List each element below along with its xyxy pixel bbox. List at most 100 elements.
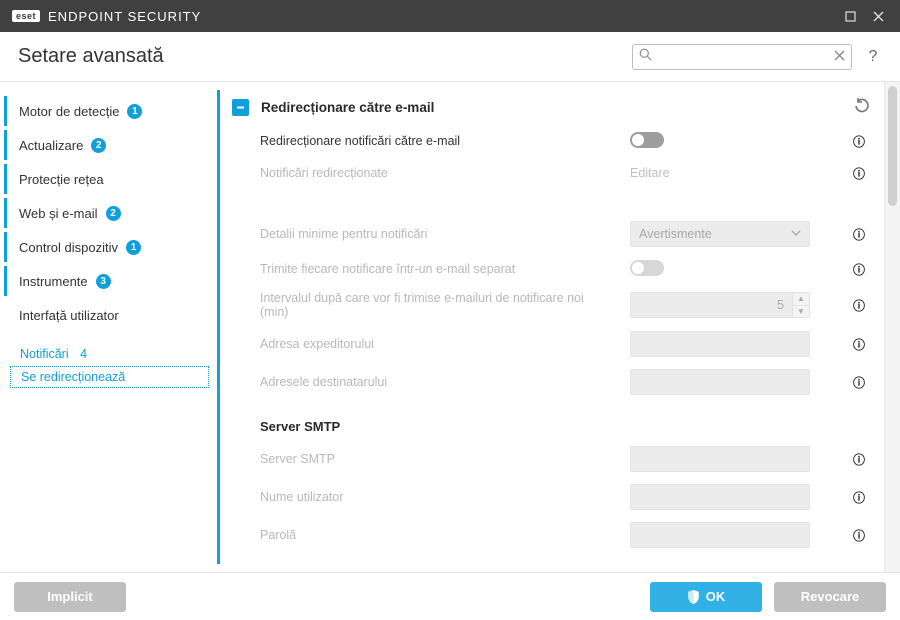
sidebar-item-label: Interfață utilizator (19, 308, 119, 323)
button-label: OK (706, 589, 726, 604)
row-label: Notificări redirecționate (260, 166, 600, 180)
row-separate-emails: Trimite fiecare notificare într-un e-mai… (220, 253, 880, 285)
row-label: Trimite fiecare notificare într-un e-mai… (260, 262, 600, 276)
help-button[interactable]: ? (860, 48, 886, 66)
default-button[interactable]: Implicit (14, 582, 126, 612)
sidebar-sub-label: Notificări (20, 347, 69, 361)
window-close-button[interactable] (864, 0, 892, 32)
spinner-down-icon[interactable]: ▼ (793, 306, 809, 318)
footer: Implicit OK Revocare (0, 572, 900, 620)
input-smtp-password[interactable] (630, 522, 810, 548)
row-label: Adresa expeditorului (260, 337, 600, 351)
section-title: Redirecționare către e-mail (261, 100, 434, 115)
sidebar-item-label: Actualizare (19, 138, 83, 153)
row-label: Nume utilizator (260, 490, 600, 504)
input-recipient-addresses[interactable] (630, 369, 810, 395)
sidebar-badge: 2 (91, 138, 106, 153)
button-label: Implicit (47, 589, 93, 604)
sidebar-badge: 4 (80, 347, 87, 361)
product-name: ENDPOINT SECURITY (48, 9, 201, 24)
sidebar-sub-notifications[interactable]: Notificări 4 (10, 344, 209, 364)
content-panel: Redirecționare către e-mail Redirecționa… (215, 82, 884, 572)
sidebar-item-tools[interactable]: Instrumente 3 (4, 266, 209, 296)
row-forward-notifications: Redirecționare notificări către e-mail (220, 125, 880, 157)
row-min-verbosity: Detalii minime pentru notificări Avertis… (220, 215, 880, 253)
input-smtp-username[interactable] (630, 484, 810, 510)
brand-logo: eset (12, 10, 40, 22)
info-icon[interactable] (848, 527, 870, 544)
row-label: Redirecționare notificări către e-mail (260, 134, 600, 148)
spinner-interval[interactable]: 5 ▲ ▼ (630, 292, 810, 318)
header: Setare avansată ? (0, 32, 900, 82)
scrollbar[interactable] (884, 82, 900, 572)
sidebar-item-network-protection[interactable]: Protecție rețea (4, 164, 209, 194)
sidebar-badge: 3 (96, 274, 111, 289)
sidebar: Motor de detecție 1 Actualizare 2 Protec… (0, 82, 215, 572)
titlebar: eset ENDPOINT SECURITY (0, 0, 900, 32)
info-icon[interactable] (848, 374, 870, 391)
row-label: Parolă (260, 528, 600, 542)
window-maximize-button[interactable] (836, 0, 864, 32)
spinner-value: 5 (630, 292, 792, 318)
scrollbar-thumb[interactable] (888, 86, 897, 206)
sidebar-badge: 2 (106, 206, 121, 221)
toggle-separate-emails[interactable] (630, 260, 664, 276)
info-icon[interactable] (848, 165, 870, 182)
edit-link[interactable]: Editare (630, 166, 670, 180)
sidebar-item-label: Motor de detecție (19, 104, 119, 119)
info-icon[interactable] (848, 489, 870, 506)
row-recipient-addresses: Adresele destinatarului (220, 363, 880, 401)
input-smtp-server[interactable] (630, 446, 810, 472)
row-sender-address: Adresa expeditorului (220, 325, 880, 363)
search-input[interactable] (658, 50, 828, 64)
row-smtp-username: Nume utilizator (220, 478, 880, 516)
search-icon (639, 48, 652, 66)
row-label: Intervalul după care vor fi trimise e-ma… (260, 291, 600, 319)
sidebar-item-detection-engine[interactable]: Motor de detecție 1 (4, 96, 209, 126)
subheading-smtp: Server SMTP (220, 401, 880, 440)
row-interval: Intervalul după care vor fi trimise e-ma… (220, 285, 880, 325)
row-label: Adresele destinatarului (260, 375, 600, 389)
input-sender-address[interactable] (630, 331, 810, 357)
sidebar-item-label: Web și e-mail (19, 206, 98, 221)
toggle-forward-notifications[interactable] (630, 132, 664, 148)
info-icon[interactable] (848, 226, 870, 243)
page-title: Setare avansată (18, 45, 632, 68)
sidebar-sub-forwarding[interactable]: Se redirecționează (10, 366, 209, 388)
section-email-forwarding: Redirecționare către e-mail Redirecționa… (217, 90, 880, 564)
info-icon[interactable] (848, 336, 870, 353)
sidebar-item-user-interface[interactable]: Interfață utilizator (4, 300, 209, 330)
info-icon[interactable] (848, 261, 870, 278)
sidebar-item-label: Instrumente (19, 274, 88, 289)
sidebar-item-update[interactable]: Actualizare 2 (4, 130, 209, 160)
sidebar-item-device-control[interactable]: Control dispozitiv 1 (4, 232, 209, 262)
row-label: Detalii minime pentru notificări (260, 227, 600, 241)
info-icon[interactable] (848, 297, 870, 314)
spinner-up-icon[interactable]: ▲ (793, 293, 809, 306)
sidebar-item-web-email[interactable]: Web și e-mail 2 (4, 198, 209, 228)
search-box[interactable] (632, 44, 852, 70)
ok-button[interactable]: OK (650, 582, 762, 612)
info-icon[interactable] (848, 133, 870, 150)
brand: eset ENDPOINT SECURITY (12, 9, 201, 24)
row-label: Server SMTP (260, 452, 600, 466)
sidebar-item-label: Control dispozitiv (19, 240, 118, 255)
clear-search-icon[interactable] (834, 48, 845, 66)
shield-icon (687, 590, 700, 604)
sidebar-item-label: Protecție rețea (19, 172, 104, 187)
row-forwarded-notifications: Notificări redirecționate Editare (220, 157, 880, 189)
revert-icon[interactable] (854, 98, 870, 117)
select-min-verbosity[interactable]: Avertismente (630, 221, 810, 247)
chevron-down-icon (791, 227, 801, 241)
info-icon[interactable] (848, 451, 870, 468)
section-header: Redirecționare către e-mail (220, 90, 880, 125)
row-smtp-server: Server SMTP (220, 440, 880, 478)
sidebar-badge: 1 (127, 104, 142, 119)
select-value: Avertismente (639, 227, 712, 241)
sidebar-badge: 1 (126, 240, 141, 255)
button-label: Revocare (801, 589, 860, 604)
collapse-icon[interactable] (232, 99, 249, 116)
row-smtp-password: Parolă (220, 516, 880, 554)
sidebar-sub-label: Se redirecționează (21, 370, 125, 384)
cancel-button[interactable]: Revocare (774, 582, 886, 612)
